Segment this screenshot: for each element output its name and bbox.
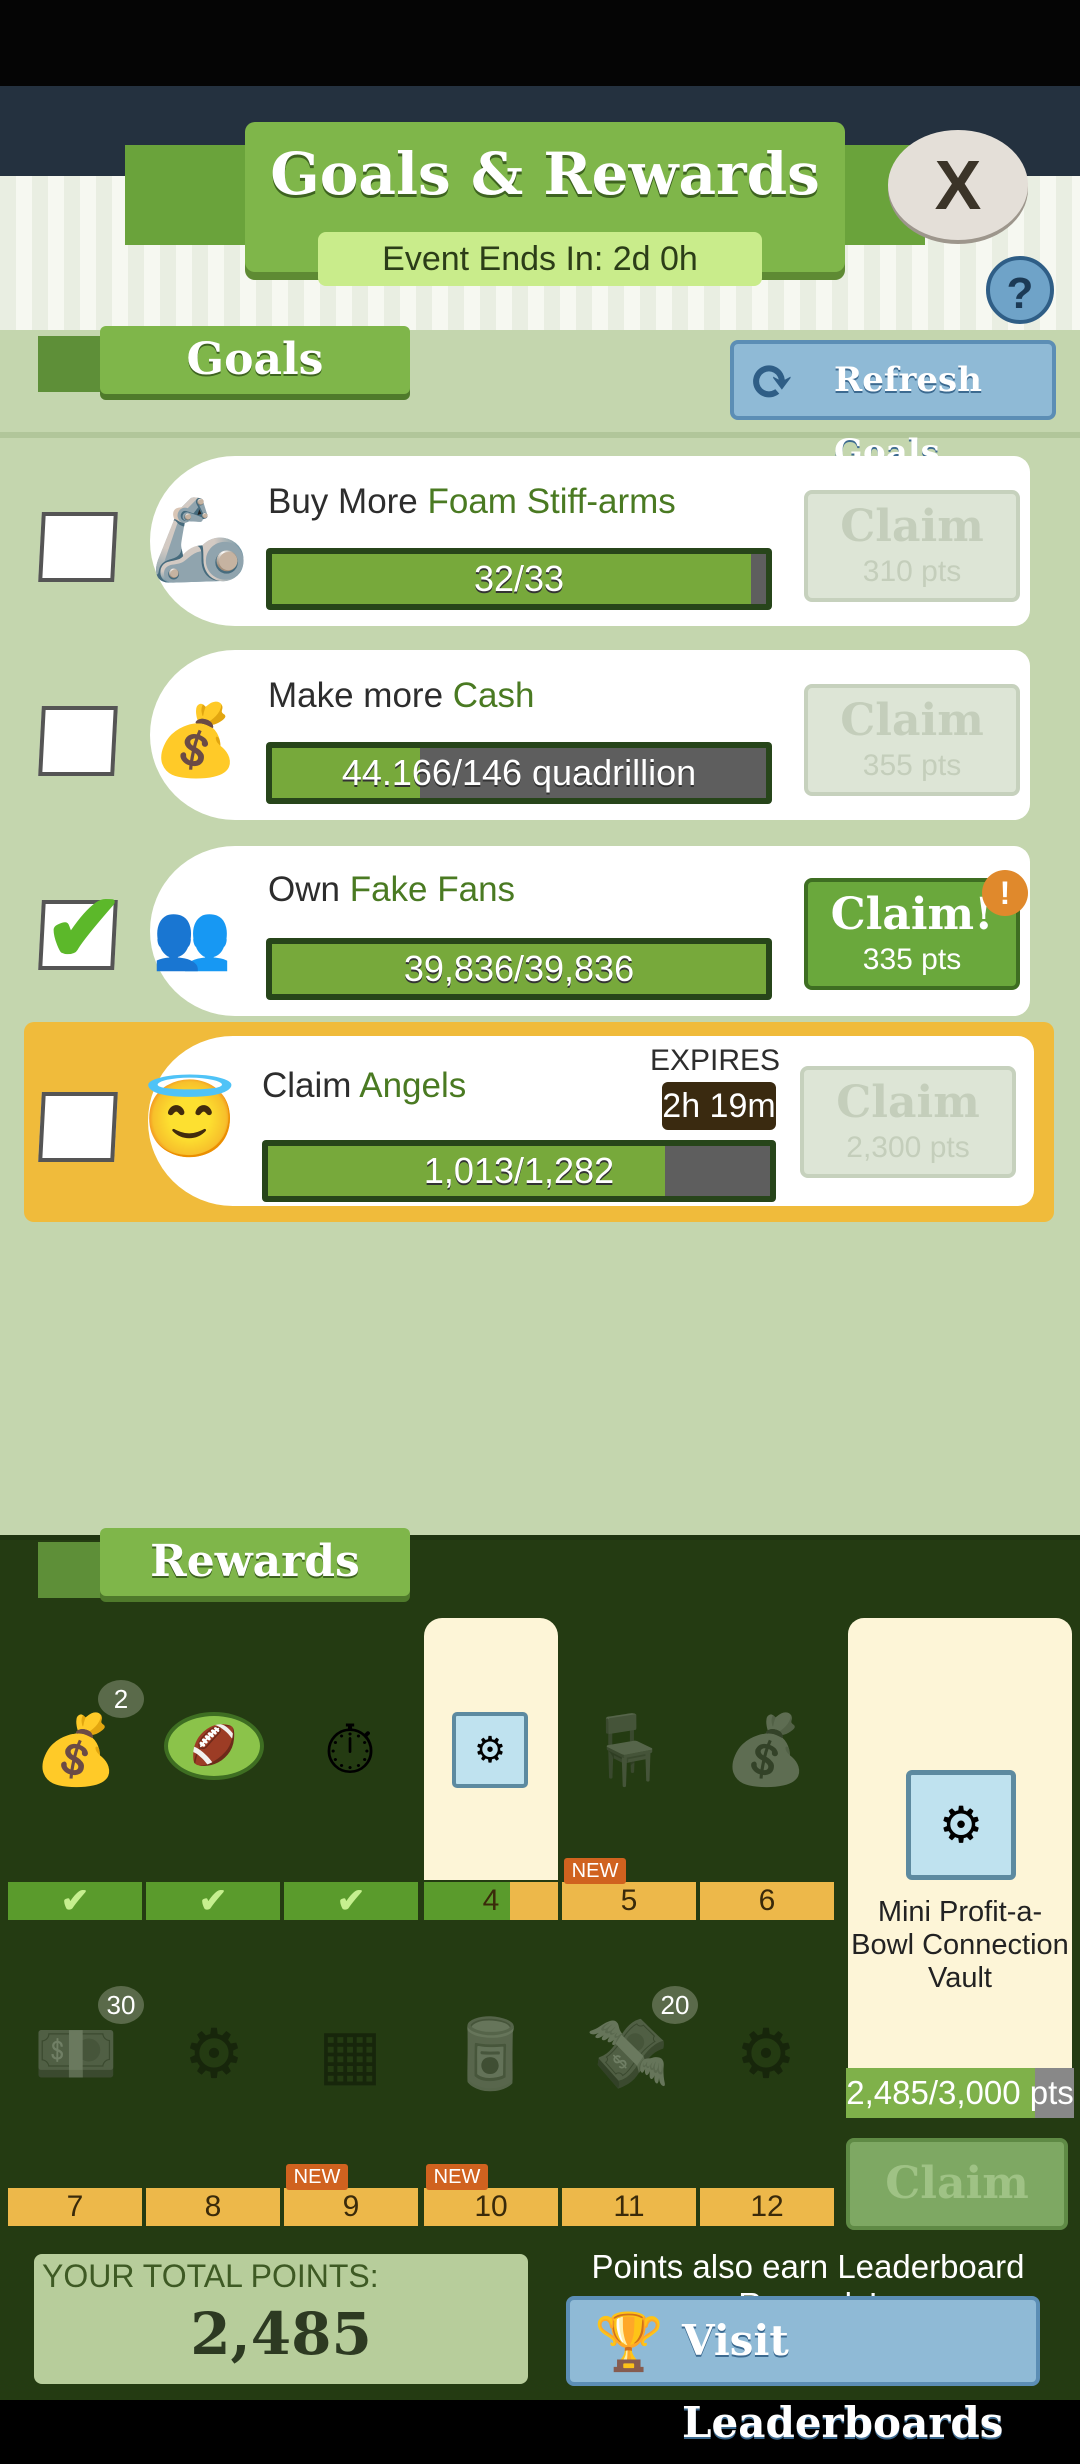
vault-icon[interactable]: ⚙ [716, 2004, 816, 2104]
goal-label: Claim Angels [262, 1066, 466, 1106]
goal-checkbox [38, 512, 118, 582]
goal-label: Buy More Foam Stiff-arms [268, 482, 676, 522]
stopwatch-icon[interactable]: ⏱ [300, 1700, 400, 1800]
page-title: Goals & Rewards [270, 140, 820, 208]
goal-prefix: Make more [268, 676, 453, 715]
football-icon[interactable]: 🏈 [164, 1712, 264, 1780]
foam-arm-icon: 🦾 [150, 495, 250, 584]
goal-prefix: Claim [262, 1066, 360, 1105]
goal-prefix: Own [268, 870, 350, 909]
event-timer: Event Ends In: 2d 0h [318, 232, 762, 286]
claim-label: Claim [840, 501, 984, 552]
refresh-icon: ⟳ [748, 348, 795, 414]
trophy-icon: 🏆 [594, 2310, 664, 2373]
claim-button[interactable]: Claim 355 pts [804, 684, 1020, 796]
claim-points: 335 pts [862, 943, 962, 976]
featured-reward-name: Mini Profit-a-Bowl Connection Vault [851, 1896, 1069, 1994]
claim-label: Claim [840, 695, 984, 746]
tier-claimed: ✔ [284, 1882, 418, 1920]
tier-11: 11 [562, 2188, 696, 2226]
angel-icon: 😇 [142, 1077, 238, 1162]
goal-progress-text: 1,013/1,282 [423, 1150, 615, 1191]
tier-claimed: ✔ [8, 1882, 142, 1920]
vault-icon[interactable]: ⚙ [452, 1712, 528, 1788]
close-button[interactable]: X [888, 130, 1028, 240]
new-badge: NEW [426, 2164, 488, 2190]
goal-item: Foam Stiff-arms [427, 482, 676, 521]
tier-7: 7 [8, 2188, 142, 2226]
goal-item: Fake Fans [349, 870, 516, 909]
goal-label: Make more Cash [268, 676, 535, 716]
rewards-section-title: Rewards [100, 1528, 410, 1596]
claim-points: 2,300 pts [846, 1131, 970, 1164]
goal-checkbox [38, 1092, 118, 1162]
claim-points: 355 pts [862, 749, 962, 782]
goal-progress-text: 44.166/146 quadrillion [341, 752, 697, 793]
table-icon[interactable]: ▦ [300, 2004, 400, 2104]
goal-progress-bar: 44.166/146 quadrillion [266, 742, 772, 804]
money-bags-icon: 💰 [152, 701, 240, 779]
cash-can-icon[interactable]: 🥫 [440, 2004, 540, 2104]
check-icon: ✔ [60, 1882, 90, 1920]
new-badge: NEW [286, 2164, 348, 2190]
fake-fans-icon: 👥 [152, 900, 232, 972]
featured-claim-button[interactable]: Claim [846, 2138, 1068, 2230]
total-points-label: YOUR TOTAL POINTS: [42, 2258, 379, 2294]
vault-icon: ⚙ [906, 1770, 1016, 1880]
refresh-goals-button[interactable]: ⟳ Refresh Goals [730, 340, 1056, 472]
tier-claimed: ✔ [146, 1882, 280, 1920]
claim-label: Claim [836, 1077, 980, 1128]
reward-count: 30 [98, 1986, 144, 2024]
total-points-value: 2,485 [190, 2300, 372, 2368]
chair-icon[interactable]: 🪑 [578, 1700, 678, 1800]
vault-icon[interactable]: ⚙ [164, 2004, 264, 2104]
check-icon: ✔ [336, 1882, 366, 1920]
expires-timer: 2h 19m [662, 1082, 776, 1130]
claim-points: 310 pts [862, 555, 962, 588]
money-bag-1d-icon[interactable]: 💰 [716, 1700, 816, 1800]
tier-5: 5 [562, 1882, 696, 1920]
goal-item: Angels [359, 1066, 467, 1105]
tier-6: 6 [700, 1882, 834, 1920]
alert-icon: ! [982, 870, 1028, 916]
goal-progress-bar: 32/33 [266, 548, 772, 610]
tier-12: 12 [700, 2188, 834, 2226]
goal-label: Own Fake Fans [268, 870, 515, 910]
claim-button[interactable]: Claim 2,300 pts [800, 1066, 1016, 1178]
status-bar [0, 0, 1080, 86]
goal-progress-bar: 1,013/1,282 [262, 1140, 776, 1202]
claim-button[interactable]: Claim 310 pts [804, 490, 1020, 602]
checkmark-icon: ✔ [44, 875, 125, 982]
reward-count: 20 [652, 1986, 698, 2024]
visit-leaderboards-label: Visit Leaderboards [682, 2316, 1004, 2447]
goal-prefix: Buy More [268, 482, 428, 521]
help-button[interactable]: ? [986, 256, 1054, 324]
close-icon: X [934, 146, 982, 224]
tier-8: 8 [146, 2188, 280, 2226]
visit-leaderboards-button[interactable]: 🏆 Visit Leaderboards [566, 2296, 1040, 2447]
goal-checkbox [38, 706, 118, 776]
new-badge: NEW [564, 1858, 626, 1884]
tier-10: 10 [424, 2188, 558, 2226]
goals-section-title: Goals [100, 326, 410, 394]
featured-points-text: 2,485/3,000 pts [846, 2074, 1074, 2111]
goal-progress-text: 32/33 [473, 558, 565, 599]
tier-9: 9 [284, 2188, 418, 2226]
goal-progress-bar: 39,836/39,836 [266, 938, 772, 1000]
tier-4: 4 [424, 1882, 558, 1920]
reward-count: 2 [98, 1680, 144, 1718]
goal-item: Cash [452, 676, 535, 715]
check-icon: ✔ [198, 1882, 228, 1920]
question-icon: ? [1006, 269, 1034, 318]
goal-progress-text: 39,836/39,836 [403, 948, 635, 989]
